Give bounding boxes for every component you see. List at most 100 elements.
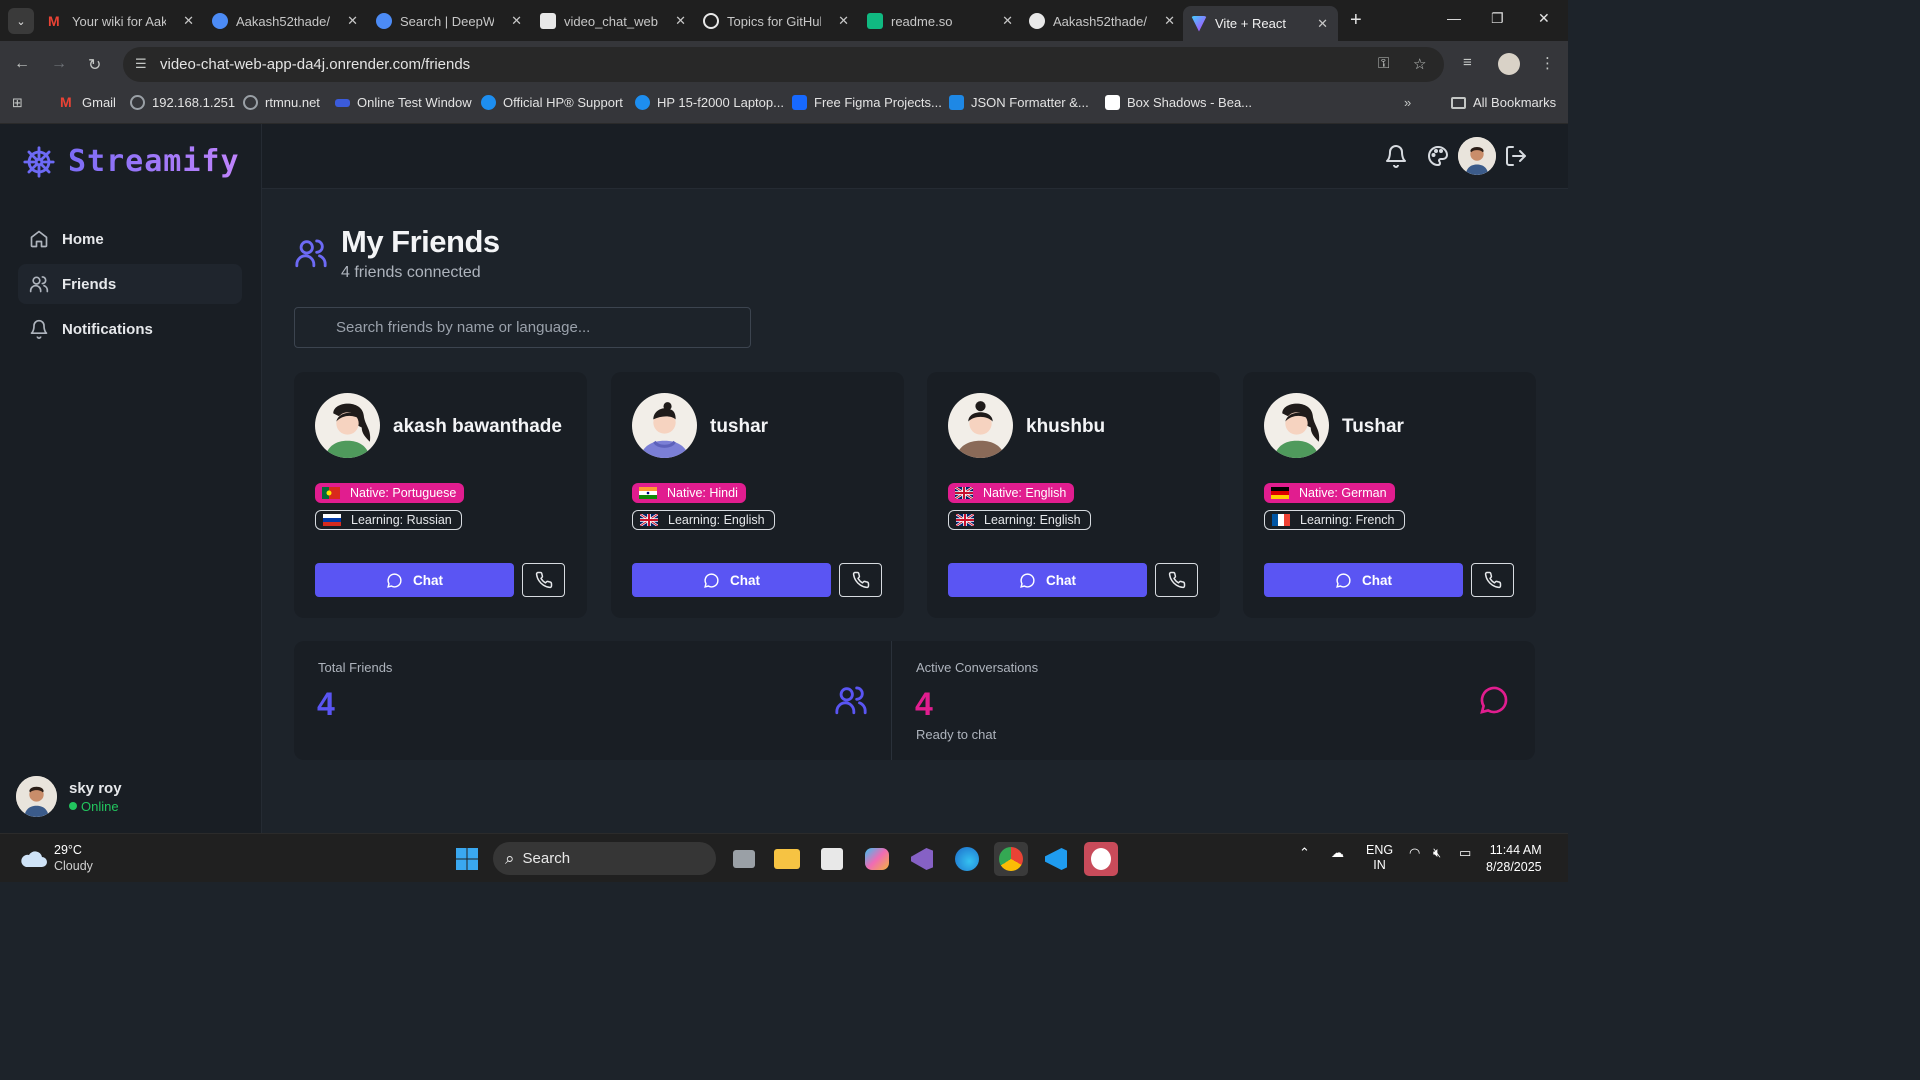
close-tab-icon[interactable]: ✕ [183,13,194,29]
restore-window-button[interactable]: ❐ [1491,10,1504,27]
forward-arrow-icon[interactable]: → [51,55,67,73]
uk-flag-icon [955,487,973,499]
browser-tab-strip: ⌄ M Your wiki for Aak ✕ Aakash52thade/ ✕… [0,0,1568,41]
bookmark-gmail[interactable]: M Gmail [60,95,116,111]
language-indicator[interactable]: ENG IN [1366,843,1393,873]
mongodb-compass-icon[interactable] [1084,842,1118,876]
chat-button[interactable]: Chat [315,563,514,597]
new-tab-button[interactable]: + [1350,10,1362,30]
sidebar-item-notifications[interactable]: Notifications [18,309,242,349]
ship-wheel-icon [23,145,55,178]
browser-tab[interactable]: M Your wiki for Aak ✕ [48,7,194,35]
chat-button[interactable]: Chat [948,563,1147,597]
users-icon [835,686,867,715]
close-tab-icon[interactable]: ✕ [1002,13,1013,29]
volume-muted-icon[interactable]: 🔇︎ [1433,845,1441,861]
edge-browser-icon[interactable] [950,842,984,876]
close-tab-icon[interactable]: ✕ [1164,13,1175,29]
browser-tab-active[interactable]: Vite + React ✕ [1183,6,1338,41]
visual-studio-icon[interactable] [905,842,939,876]
native-language-badge: Native: Hindi [632,483,746,503]
close-tab-icon[interactable]: ✕ [675,13,686,29]
weather-widget[interactable]: 29°C Cloudy [18,842,93,874]
video-call-button[interactable] [522,563,565,597]
current-user[interactable]: sky roy Online [16,776,122,817]
onedrive-cloud-icon[interactable]: ☁ [1331,845,1344,861]
close-tab-icon[interactable]: ✕ [347,13,358,29]
uk-flag-icon [640,514,658,526]
germany-flag-icon [1271,487,1289,499]
vscode-icon[interactable] [1039,842,1073,876]
user-avatar[interactable] [1458,137,1496,175]
show-hidden-icons-chevron-icon[interactable]: ⌃ [1299,845,1310,861]
chat-button[interactable]: Chat [632,563,831,597]
more-bookmarks-icon[interactable]: » [1404,95,1411,110]
minimize-window-button[interactable]: — [1447,10,1461,26]
bookmark-box-shadows[interactable]: Box Shadows - Bea... [1105,95,1252,110]
all-bookmarks-folder[interactable]: All Bookmarks [1451,95,1556,110]
system-clock[interactable]: 11:44 AM 8/28/2025 [1486,842,1542,876]
palette-icon[interactable] [1426,144,1450,168]
tab-search-button[interactable]: ⌄ [8,8,34,34]
browser-tab[interactable]: Aakash52thade/ ✕ [212,7,358,35]
browser-tab[interactable]: Aakash52thade/ ✕ [1029,7,1175,35]
browser-tab[interactable]: Topics for GitHul ✕ [703,7,849,35]
site-info-icon[interactable]: ☰ [135,56,147,72]
friends-users-icon [295,239,327,268]
deepwiki-favicon-icon [376,13,392,29]
video-call-button[interactable] [1155,563,1198,597]
sidebar-item-home[interactable]: Home [18,219,242,259]
browser-tab[interactable]: Search | DeepWi ✕ [376,7,522,35]
bookmark-star-icon[interactable]: ☆ [1413,55,1426,73]
russia-flag-icon [323,514,341,526]
bookmark-json[interactable]: JSON Formatter &... [949,95,1089,110]
profile-avatar[interactable] [1498,53,1520,75]
bookmark-figma[interactable]: Free Figma Projects... [792,95,942,110]
apps-grid-icon[interactable]: ⊞ [12,95,23,111]
task-view-icon[interactable] [727,842,761,876]
media-controls-icon[interactable]: ≡ [1463,54,1472,71]
native-language-badge: Native: German [1264,483,1395,503]
browser-tab[interactable]: readme.so ✕ [867,7,1013,35]
close-tab-icon[interactable]: ✕ [838,13,849,29]
chat-button[interactable]: Chat [1264,563,1463,597]
home-icon [30,230,48,248]
password-key-icon[interactable]: ⚿ [1378,55,1389,72]
video-call-button[interactable] [1471,563,1514,597]
bookmark-router[interactable]: 192.168.1.251 [130,95,235,110]
reload-icon[interactable]: ↻ [88,55,101,75]
windows-start-button[interactable] [450,842,484,876]
video-call-button[interactable] [839,563,882,597]
weather-condition: Cloudy [54,859,93,873]
page-title: My Friends [341,224,500,259]
hp-icon [635,95,650,110]
bookmark-rtmnu[interactable]: rtmnu.net [243,95,320,110]
bookmark-online-test[interactable]: Online Test Window [335,95,472,110]
browser-tab[interactable]: video_chat_web ✕ [540,7,686,35]
message-circle-icon [1480,686,1508,714]
chrome-browser-icon[interactable] [994,842,1028,876]
bookmark-hp-laptop[interactable]: HP 15-f2000 Laptop... [635,95,784,110]
friend-name: tushar [710,416,769,437]
chrome-menu-icon[interactable]: ⋮ [1540,54,1555,72]
close-window-button[interactable]: ✕ [1538,10,1550,27]
microsoft-store-icon[interactable] [815,842,849,876]
taskbar-search[interactable]: ⌕ Search [493,842,716,875]
back-arrow-icon[interactable]: ← [14,55,30,73]
file-explorer-icon[interactable] [770,842,804,876]
close-tab-icon[interactable]: ✕ [1317,16,1328,32]
copilot-icon[interactable] [860,842,894,876]
bookmarks-bar: ⊞ M Gmail 192.168.1.251 rtmnu.net Online … [0,88,1568,124]
sidebar-item-friends[interactable]: Friends [18,264,242,304]
logout-icon[interactable] [1504,144,1528,168]
notification-bell-icon[interactable] [1384,144,1408,168]
friend-search-input[interactable] [294,307,751,348]
brand-logo[interactable]: Streamify [22,144,240,179]
india-flag-icon [639,487,657,499]
bookmark-hp-support[interactable]: Official HP® Support [481,95,623,110]
address-bar[interactable]: ☰ video-chat-web-app-da4j.onrender.com/f… [123,47,1444,82]
close-tab-icon[interactable]: ✕ [511,13,522,29]
battery-icon[interactable]: ▭ [1459,845,1471,861]
wifi-icon[interactable]: ◠ [1409,845,1420,861]
friend-card: Tushar Native: German Learning: French C… [1243,372,1536,618]
